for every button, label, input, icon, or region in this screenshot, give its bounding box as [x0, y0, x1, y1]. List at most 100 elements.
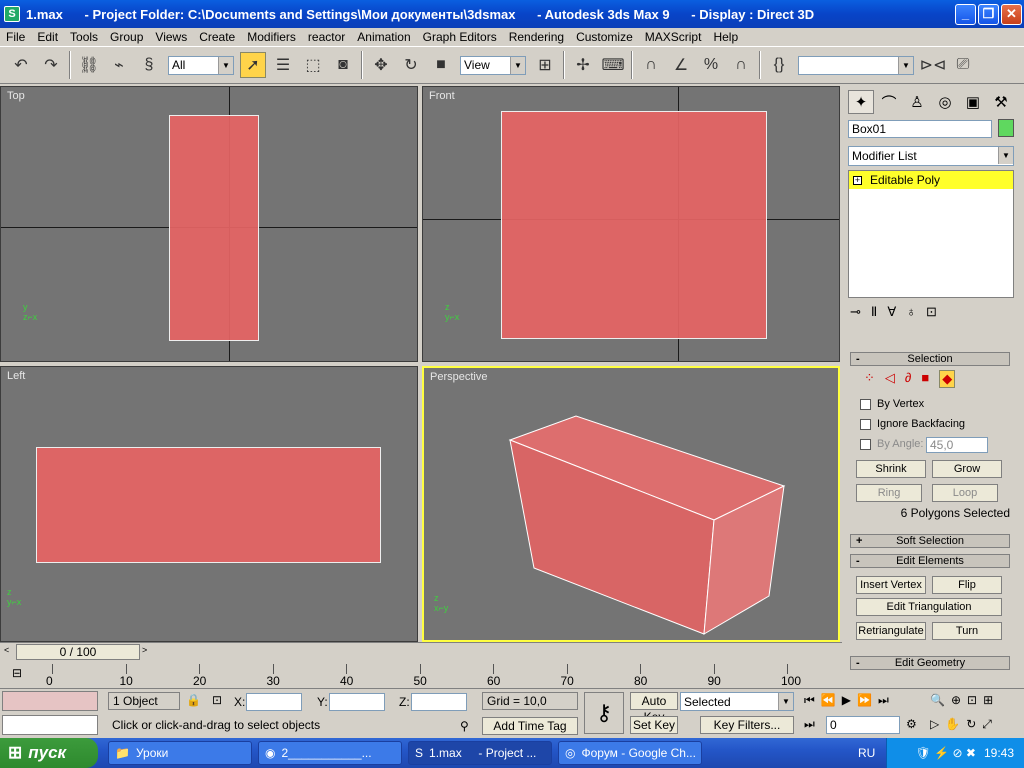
select-object-icon[interactable]: ➚ — [240, 52, 266, 78]
named-selection-sets-dropdown[interactable]: ▼ — [798, 55, 914, 75]
remove-modifier-icon[interactable]: ♁ — [906, 304, 916, 322]
minimize-button[interactable]: _ — [955, 4, 976, 25]
set-key-icon[interactable]: ⚷ — [584, 692, 624, 734]
pan-icon[interactable]: ✋ — [945, 717, 960, 732]
create-tab-icon[interactable]: ✦ — [848, 90, 874, 114]
edit-elements-rollout-header[interactable]: - Edit Elements — [850, 554, 1010, 568]
keyboard-shortcut-icon[interactable]: ⌨ — [600, 52, 626, 78]
viewport-front[interactable]: Front z y⌐x — [422, 86, 840, 362]
pivot-center-icon[interactable]: ⊞ — [532, 52, 558, 78]
window-crossing-icon[interactable]: ◙ — [330, 52, 356, 78]
language-indicator[interactable]: RU — [858, 746, 875, 760]
slider-right-arrow-icon[interactable]: > — [142, 645, 152, 659]
car-box-perspective-view[interactable] — [424, 368, 840, 642]
edge-level-icon[interactable]: ◁ — [885, 370, 895, 388]
time-slider-thumb[interactable]: 0 / 100 — [16, 644, 140, 660]
flip-button[interactable]: Flip — [932, 576, 1002, 594]
menu-reactor[interactable]: reactor — [302, 30, 351, 44]
object-color-swatch[interactable] — [998, 119, 1014, 137]
configure-sets-icon[interactable]: ⊡ — [926, 304, 937, 322]
by-angle-spinner[interactable]: 45,0 — [926, 437, 988, 453]
key-filters-button[interactable]: Key Filters... — [700, 716, 794, 734]
menu-file[interactable]: File — [0, 30, 31, 44]
y-coord-field[interactable] — [329, 693, 385, 711]
viewport-label[interactable]: Left — [7, 370, 25, 382]
zoom-icon[interactable]: 🔍 — [930, 693, 945, 707]
zoom-all-icon[interactable]: ⊕ — [951, 693, 961, 707]
display-tab-icon[interactable]: ▣ — [960, 90, 986, 114]
retriangulate-button[interactable]: Retriangulate — [856, 622, 926, 640]
restore-button[interactable]: ❐ — [978, 4, 999, 25]
curve-editor-icon[interactable]: ⊟ — [12, 666, 30, 684]
menu-rendering[interactable]: Rendering — [503, 30, 570, 44]
start-button[interactable]: ⊞ пуск — [0, 738, 98, 768]
border-level-icon[interactable]: ∂ — [905, 370, 911, 388]
show-end-result-icon[interactable]: Ⅱ — [871, 304, 877, 322]
menu-customize[interactable]: Customize — [570, 30, 639, 44]
menu-views[interactable]: Views — [149, 30, 193, 44]
selection-rollout-header[interactable]: - Selection — [850, 352, 1010, 366]
viewport-left[interactable]: Left z y⌐x — [0, 366, 418, 642]
turn-button[interactable]: Turn — [932, 622, 1002, 640]
menu-group[interactable]: Group — [104, 30, 149, 44]
key-mode-icon[interactable]: ⏭ — [804, 717, 815, 732]
loop-button[interactable]: Loop — [932, 484, 998, 502]
hierarchy-tab-icon[interactable]: ♙ — [904, 90, 930, 114]
taskbar-item-document[interactable]: ◉ 2___________... — [258, 741, 402, 765]
object-name-field[interactable]: Box01 — [848, 120, 992, 138]
motion-tab-icon[interactable]: ◎ — [932, 90, 958, 114]
element-level-icon[interactable]: ◆ — [939, 370, 956, 388]
reference-coord-dropdown[interactable]: View ▼ — [460, 55, 526, 75]
ring-button[interactable]: Ring — [856, 484, 922, 502]
viewport-top[interactable]: Top y z⌐x — [0, 86, 418, 362]
current-frame-field[interactable]: 0 — [826, 716, 900, 734]
maxscript-listener-mini[interactable] — [2, 691, 98, 711]
snaps-toggle-icon[interactable]: ∩ — [638, 52, 664, 78]
menu-tools[interactable]: Tools — [64, 30, 104, 44]
slider-left-arrow-icon[interactable]: < — [4, 645, 14, 659]
angle-snap-icon[interactable]: ∠ — [668, 52, 694, 78]
grow-button[interactable]: Grow — [932, 460, 1002, 478]
align-icon[interactable]: ⎚ — [950, 52, 976, 78]
prev-frame-icon[interactable]: ⏪ — [821, 693, 836, 708]
rotate-icon[interactable]: ↻ — [398, 52, 424, 78]
make-unique-icon[interactable]: ∀ — [887, 304, 896, 322]
move-icon[interactable]: ✥ — [368, 52, 394, 78]
ignore-backfacing-checkbox[interactable]: Ignore Backfacing — [860, 418, 965, 430]
mirror-icon[interactable]: ⊳⊲ — [920, 52, 947, 78]
by-vertex-checkbox[interactable]: By Vertex — [860, 398, 924, 410]
3dsmax-app-icon[interactable]: S — [4, 6, 20, 22]
z-coord-field[interactable] — [411, 693, 467, 711]
goto-start-icon[interactable]: ⏮ — [804, 693, 815, 708]
key-selection-dropdown[interactable]: Selected ▼ — [680, 692, 794, 711]
track-bar[interactable]: ⊟ 0 10 20 30 40 50 60 70 80 90 100 — [0, 662, 842, 688]
utilities-tab-icon[interactable]: ⚒ — [988, 90, 1014, 114]
insert-vertex-button[interactable]: Insert Vertex — [856, 576, 926, 594]
by-angle-checkbox[interactable]: By Angle: — [860, 438, 923, 450]
vertex-level-icon[interactable]: ⁘ — [864, 370, 875, 388]
viewport-label[interactable]: Front — [429, 90, 455, 102]
bind-space-warp-icon[interactable]: § — [136, 52, 162, 78]
maxscript-listener-output[interactable] — [2, 715, 98, 735]
unlink-icon[interactable]: ⌁ — [106, 52, 132, 78]
x-coord-field[interactable] — [246, 693, 302, 711]
percent-snap-icon[interactable]: % — [698, 52, 724, 78]
menu-animation[interactable]: Animation — [351, 30, 416, 44]
shrink-button[interactable]: Shrink — [856, 460, 926, 478]
time-tag-icon[interactable]: ⚲ — [460, 719, 469, 733]
rectangular-selection-icon[interactable]: ⬚ — [300, 52, 326, 78]
select-manipulate-icon[interactable]: ✢ — [570, 52, 596, 78]
modify-tab-icon[interactable]: ⌒ — [876, 90, 902, 114]
menu-help[interactable]: Help — [707, 30, 744, 44]
taskbar-item-folder[interactable]: 📁 Уроки — [108, 741, 252, 765]
arc-rotate-icon[interactable]: ↻ — [966, 717, 976, 732]
selection-filter-dropdown[interactable]: All ▼ — [168, 55, 234, 75]
time-config-icon[interactable]: ⚙ — [906, 717, 917, 731]
car-box-front-view[interactable] — [501, 111, 767, 339]
scale-icon[interactable]: ■ — [428, 52, 454, 78]
edit-triangulation-button[interactable]: Edit Triangulation — [856, 598, 1002, 616]
play-icon[interactable]: ▶ — [842, 693, 851, 708]
time-slider-track[interactable]: < 0 / 100 > — [0, 642, 842, 662]
car-box-top-view[interactable] — [169, 115, 259, 341]
spinner-snap-icon[interactable]: ∩ — [728, 52, 754, 78]
